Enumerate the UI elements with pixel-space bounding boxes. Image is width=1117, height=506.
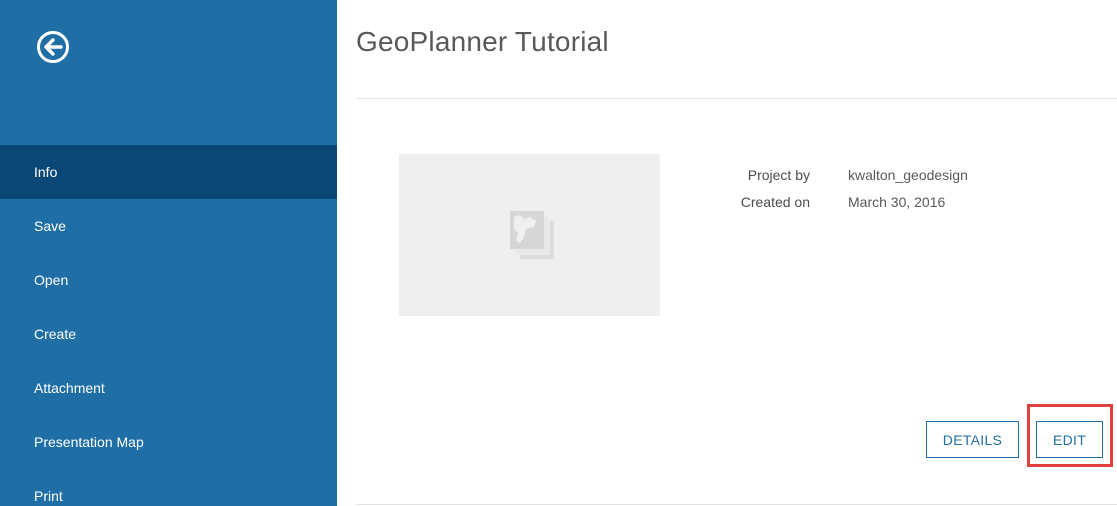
sidebar-item-create[interactable]: Create (0, 307, 337, 361)
sidebar-item-print[interactable]: Print (0, 469, 337, 506)
back-arrow-circle-icon (37, 31, 69, 63)
sidebar-item-attachment[interactable]: Attachment (0, 361, 337, 415)
created-on-label: Created on (740, 193, 810, 210)
sidebar: Info Save Open Create Attachment Present… (0, 0, 337, 506)
project-by-label: Project by (747, 166, 810, 183)
sidebar-item-open[interactable]: Open (0, 253, 337, 307)
project-meta: Project by kwalton_geodesign Created on … (700, 161, 968, 215)
divider (356, 98, 1117, 99)
meta-row-project-by: Project by kwalton_geodesign (700, 161, 968, 188)
sidebar-item-info[interactable]: Info (0, 145, 337, 199)
project-by-value: kwalton_geodesign (848, 166, 968, 183)
created-on-value: March 30, 2016 (848, 193, 946, 210)
back-button[interactable] (36, 30, 70, 64)
page-title: GeoPlanner Tutorial (356, 26, 609, 57)
edit-highlight-box (1027, 404, 1113, 467)
sidebar-nav: Info Save Open Create Attachment Present… (0, 145, 337, 506)
project-thumbnail (399, 154, 660, 316)
divider (356, 504, 1117, 505)
details-button[interactable]: DETAILS (926, 421, 1019, 458)
sidebar-item-save[interactable]: Save (0, 199, 337, 253)
meta-row-created-on: Created on March 30, 2016 (700, 188, 968, 215)
sidebar-item-presentation-map[interactable]: Presentation Map (0, 415, 337, 469)
map-layers-icon (510, 211, 554, 259)
